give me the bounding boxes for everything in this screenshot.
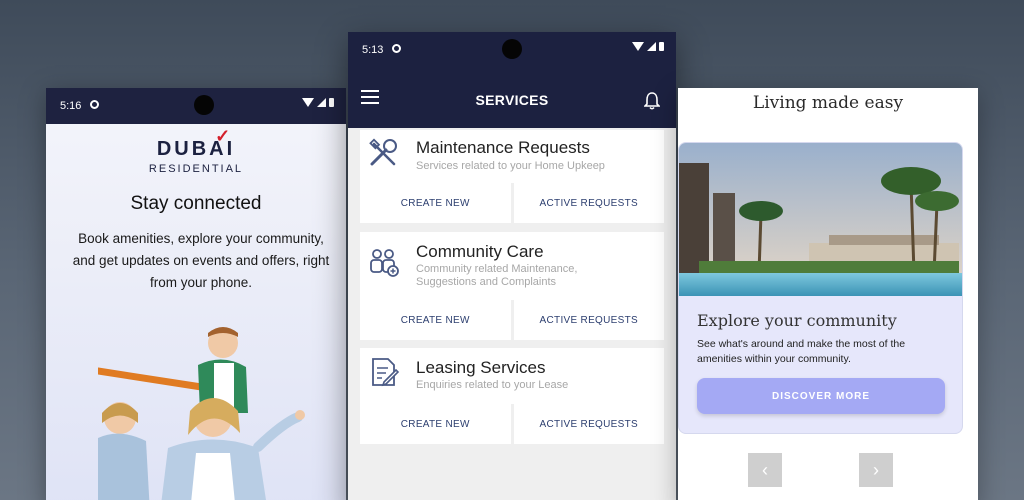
card-subtitle: Services related to your Home Upkeep — [416, 160, 605, 172]
wifi-icon — [302, 98, 314, 107]
card-title: Maintenance Requests — [416, 138, 590, 157]
sim-icon — [392, 44, 401, 53]
create-new-button[interactable]: CREATE NEW — [360, 300, 511, 340]
active-requests-button[interactable]: ACTIVE REQUESTS — [513, 404, 664, 444]
onboarding-screen: 5:16 DUBAI ✓ RESIDENTIAL Stay connected … — [46, 88, 346, 500]
service-card-maintenance: Maintenance Requests Services related to… — [360, 130, 664, 223]
active-requests-button[interactable]: ACTIVE REQUESTS — [513, 183, 664, 223]
family-photo — [98, 327, 305, 500]
community-icon — [370, 249, 399, 277]
page-title: SERVICES — [475, 92, 549, 108]
card-subtitle: Enquiries related to your Lease — [416, 379, 569, 391]
status-bar: 5:13 — [348, 32, 676, 68]
camera-cutout — [194, 95, 214, 115]
card-title: Leasing Services — [416, 358, 546, 377]
tagline: Living made easy — [752, 93, 904, 113]
brand-logo: DUBAI ✓ RESIDENTIAL — [46, 126, 346, 175]
battery-icon — [329, 98, 334, 107]
chevron-right-icon: › — [873, 459, 879, 480]
system-icons — [302, 98, 334, 107]
system-icons — [632, 42, 664, 51]
lease-document-icon — [372, 358, 400, 387]
battery-icon — [659, 42, 664, 51]
services-screen: 5:13 SERVICES Maintenance Requests Servi… — [348, 32, 676, 500]
signal-icon — [317, 98, 326, 107]
app-bar: SERVICES — [348, 68, 676, 128]
status-time: 5:16 — [60, 100, 82, 112]
card-title: Community Care — [416, 242, 544, 261]
wifi-icon — [632, 42, 644, 51]
tools-icon — [369, 138, 397, 166]
explore-card[interactable]: Explore your community See what's around… — [678, 142, 963, 434]
explore-title: Explore your community — [697, 311, 897, 330]
camera-cutout — [502, 39, 522, 59]
onboarding-description: Book amenities, explore your community, … — [72, 231, 330, 290]
signal-icon — [647, 42, 656, 51]
service-card-community: Community Care Community related Mainten… — [360, 232, 664, 340]
service-card-leasing: Leasing Services Enquiries related to yo… — [360, 348, 664, 444]
discover-more-button[interactable]: DISCOVER MORE — [697, 378, 945, 414]
active-requests-button[interactable]: ACTIVE REQUESTS — [513, 300, 664, 340]
next-arrow-button[interactable]: › — [859, 453, 893, 487]
create-new-button[interactable]: CREATE NEW — [360, 183, 511, 223]
bell-icon[interactable] — [644, 92, 660, 110]
explore-description: See what's around and make the most of t… — [697, 338, 906, 365]
status-bar: 5:16 — [46, 88, 346, 124]
onboarding-heading: Stay connected — [130, 193, 262, 214]
sim-icon — [90, 100, 99, 109]
explore-screen: Living made easy Explore your community … — [678, 88, 978, 500]
chevron-left-icon: ‹ — [762, 459, 768, 480]
checkmark-icon: ✓ — [215, 126, 234, 146]
create-new-button[interactable]: CREATE NEW — [360, 404, 511, 444]
pool-photo — [679, 143, 962, 296]
brand-subtitle: RESIDENTIAL — [148, 163, 244, 175]
previous-arrow-button[interactable]: ‹ — [748, 453, 782, 487]
status-time: 5:13 — [362, 44, 384, 56]
card-subtitle: Community related Maintenance, Suggestio… — [416, 263, 578, 288]
